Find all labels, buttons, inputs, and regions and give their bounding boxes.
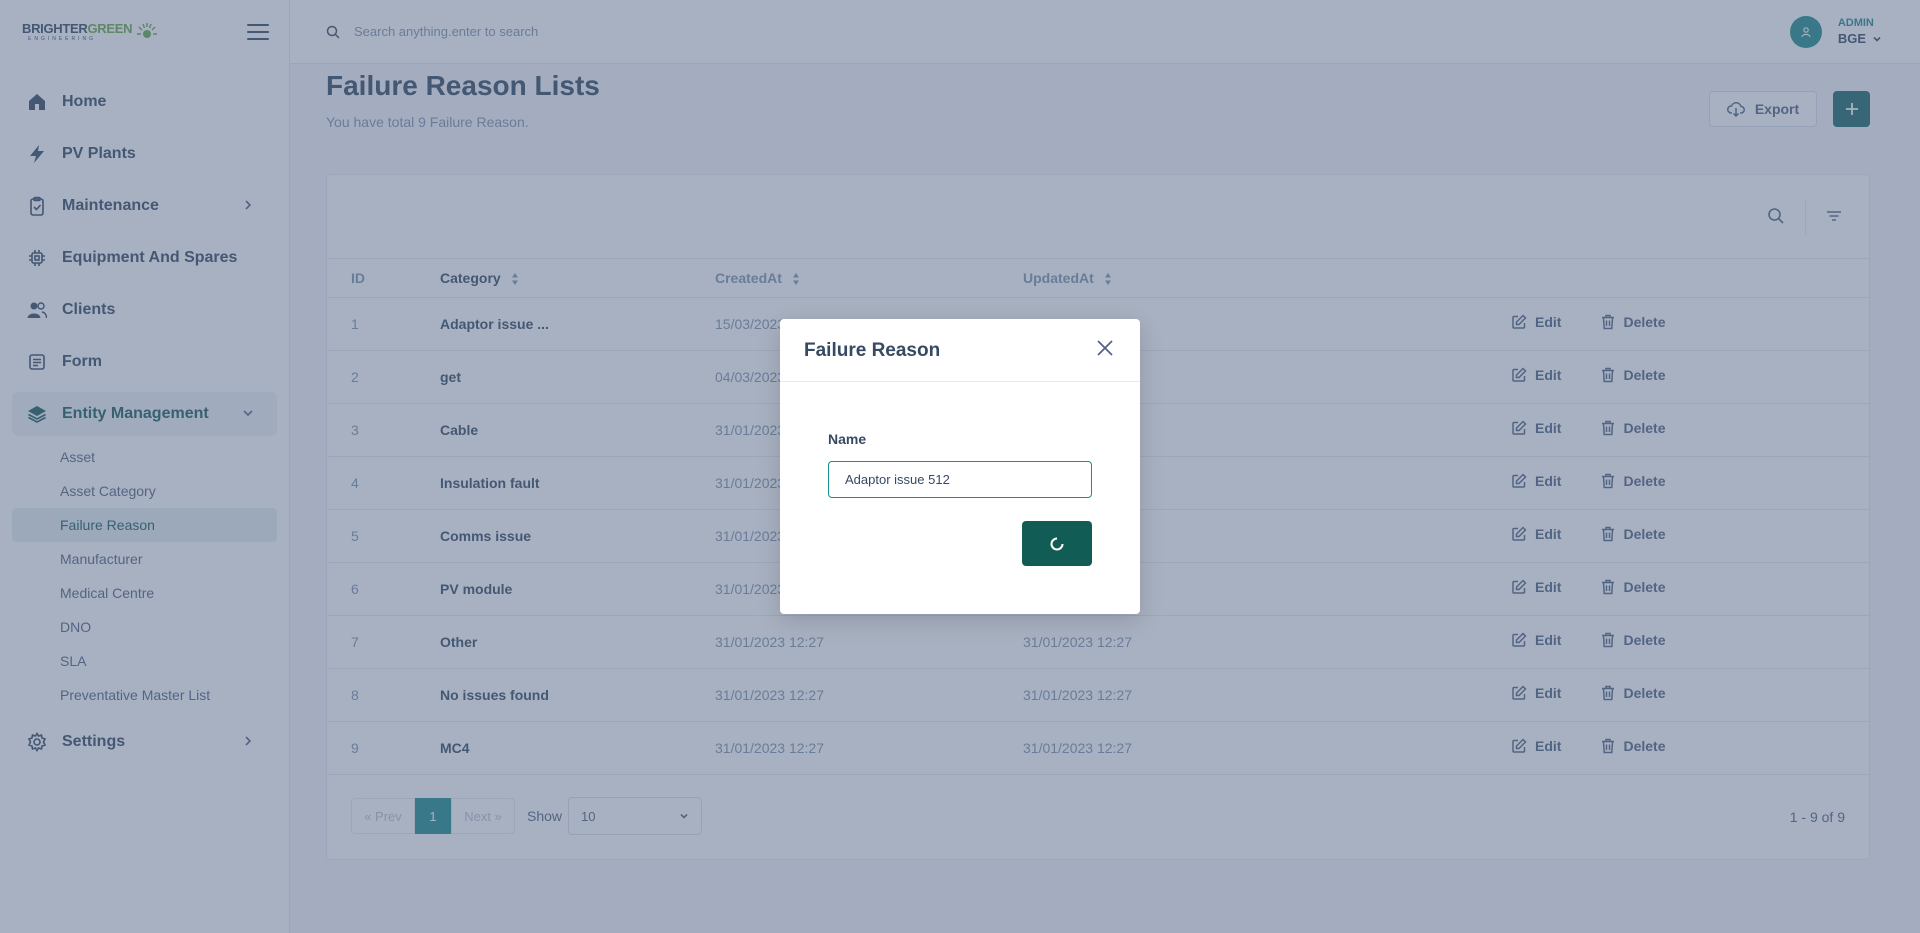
spinner-icon (1050, 537, 1064, 550)
name-label: Name (828, 431, 867, 447)
modal-title: Failure Reason (804, 340, 941, 361)
name-input[interactable] (828, 461, 1092, 498)
failure-reason-modal: Failure Reason Name (780, 319, 1140, 614)
close-icon[interactable] (1096, 339, 1114, 357)
submit-button[interactable] (1022, 521, 1092, 566)
modal-header: Failure Reason (780, 319, 1140, 382)
